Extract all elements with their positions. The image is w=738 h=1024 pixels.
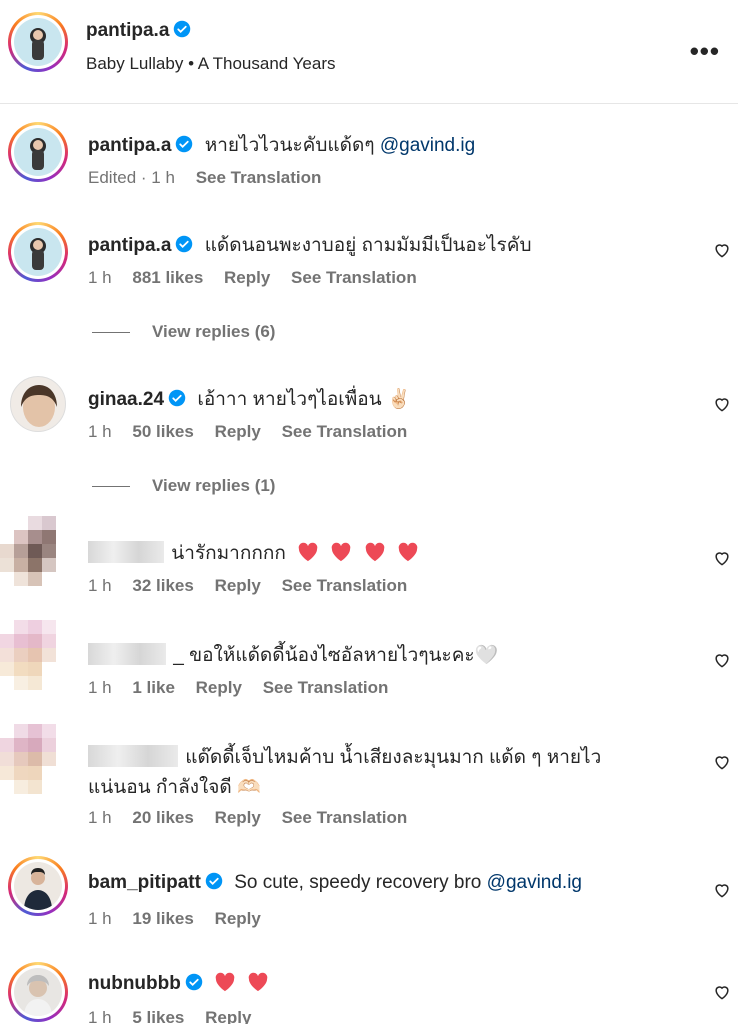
comment-meta: 1 h 20 likes Reply See Translation	[88, 808, 423, 828]
likes-count[interactable]: 50 likes	[132, 422, 193, 441]
comment-text: แด๊ดดี้เจ็บไหมค้าบ น้ำเสียงละมุนมาก แด้ด…	[185, 747, 602, 768]
comment-username[interactable]: nubnubbb	[88, 973, 181, 994]
view-replies-label[interactable]: View replies (6)	[152, 322, 275, 341]
comment-text: แด้ดนอนพะงาบอยู่ ถามมัมมีเป็นอะไรคับ	[204, 235, 532, 256]
reply-button[interactable]: Reply	[215, 576, 261, 595]
comment-line: ginaa.24 เอ้าาา หายไวๆไอเพื่อน ✌🏻	[88, 384, 411, 414]
comment-line: แด๊ดดี้เจ็บไหมค้าบ น้ำเสียงละมุนมาก แด้ด…	[88, 742, 601, 772]
comment-line: pantipa.a แด้ดนอนพะงาบอยู่ ถามมัมมีเป็นอ…	[88, 230, 532, 260]
comment-time: 1 h	[88, 1008, 112, 1024]
blurred-username[interactable]	[88, 745, 178, 767]
comment-line: _ ขอให้แด้ดดี้น้องไซอัลหายไวๆนะคะ🤍	[88, 640, 498, 670]
comment-username[interactable]: ginaa.24	[88, 389, 164, 410]
red-heart-icon	[398, 542, 418, 562]
view-replies-button[interactable]: View replies (1)	[92, 476, 275, 496]
red-heart-icon	[215, 972, 235, 992]
likes-count[interactable]: 5 likes	[132, 1008, 184, 1024]
verified-badge-icon	[174, 20, 191, 38]
reply-button[interactable]: Reply	[224, 268, 270, 287]
red-heart-icon	[365, 542, 384, 562]
comment-text-continued: แน่นอน กำลังใจดี 🫶🏻	[88, 777, 261, 798]
comment-time: 1 h	[88, 808, 112, 827]
see-translation-link[interactable]: See Translation	[282, 422, 408, 441]
verified-badge-icon	[185, 973, 203, 991]
blurred-username[interactable]	[88, 643, 166, 665]
comment-meta: 1 h 50 likes Reply See Translation	[88, 422, 423, 442]
likes-count[interactable]: 19 likes	[132, 909, 193, 928]
verified-badge-icon	[205, 872, 223, 890]
see-translation-link[interactable]: See Translation	[282, 808, 408, 827]
reply-button[interactable]: Reply	[196, 678, 242, 697]
heart-outline-icon[interactable]	[712, 752, 732, 772]
likes-count[interactable]: 1 like	[132, 678, 175, 697]
view-replies-button[interactable]: View replies (6)	[92, 322, 275, 342]
red-heart-icon	[332, 542, 351, 562]
comment-text: _ ขอให้แด้ดดี้น้องไซอัลหายไวๆนะคะ🤍	[173, 645, 499, 666]
heart-outline-icon[interactable]	[712, 240, 732, 260]
comment-mention[interactable]: @gavind.ig	[487, 872, 582, 893]
blurred-avatar[interactable]	[0, 516, 62, 590]
caption-meta: Edited · 1 h See Translation	[88, 168, 337, 188]
comment-meta: 1 h 5 likes Reply	[88, 1008, 267, 1024]
verified-badge-icon	[176, 235, 193, 253]
see-translation-link[interactable]: See Translation	[282, 576, 408, 595]
caption-line: pantipa.a หายไวไวนะคับแด้ดๆ @gavind.ig	[88, 130, 475, 160]
comment-time: 1 h	[88, 576, 112, 595]
likes-count[interactable]: 32 likes	[132, 576, 193, 595]
comment-line: น่ารักมากกกก	[88, 538, 419, 568]
comment-text: So cute, speedy recovery bro	[234, 872, 482, 893]
caption-username[interactable]: pantipa.a	[88, 135, 171, 156]
caption-text: หายไวไวนะคับแด้ดๆ	[204, 135, 375, 156]
comment-text: น่ารักมากกกก	[171, 543, 286, 564]
heart-outline-icon[interactable]	[712, 880, 732, 900]
see-translation-link[interactable]: See Translation	[263, 678, 389, 697]
comment-username[interactable]: pantipa.a	[88, 235, 171, 256]
comment-meta: 1 h 1 like Reply See Translation	[88, 678, 404, 698]
comment-time: 1 h	[88, 909, 112, 928]
see-translation-link[interactable]: See Translation	[196, 168, 322, 187]
reply-button[interactable]: Reply	[205, 1008, 251, 1024]
comment-time: 1 h	[88, 678, 112, 697]
heart-outline-icon[interactable]	[712, 650, 732, 670]
verified-badge-icon	[168, 389, 186, 407]
blurred-avatar[interactable]	[0, 620, 62, 694]
reply-button[interactable]: Reply	[215, 808, 261, 827]
comment-meta: 1 h 32 likes Reply See Translation	[88, 576, 423, 596]
heart-outline-icon[interactable]	[712, 982, 732, 1002]
comment-line: bam_pitipatt So cute, speedy recovery br…	[88, 872, 582, 894]
comment-avatar[interactable]	[8, 222, 68, 282]
more-options-icon[interactable]: •••	[690, 36, 720, 67]
heart-outline-icon[interactable]	[712, 548, 732, 568]
red-heart-icon	[298, 542, 318, 562]
comment-avatar[interactable]	[8, 856, 68, 916]
reply-button[interactable]: Reply	[215, 909, 261, 928]
blurred-avatar[interactable]	[0, 724, 62, 798]
comment-text: เอ้าาา หายไวๆไอเพื่อน ✌🏻	[197, 389, 411, 410]
heart-outline-icon[interactable]	[712, 394, 732, 414]
verified-badge-icon	[176, 135, 193, 153]
caption-avatar[interactable]	[8, 122, 68, 182]
comment-line: nubnubbb	[88, 972, 269, 995]
comment-avatar[interactable]	[8, 962, 68, 1022]
edited-label: Edited · 1 h	[88, 168, 175, 187]
author-avatar[interactable]	[8, 12, 68, 72]
blurred-username[interactable]	[88, 541, 164, 563]
reply-button[interactable]: Reply	[215, 422, 261, 441]
view-replies-label[interactable]: View replies (1)	[152, 476, 275, 495]
comment-username[interactable]: bam_pitipatt	[88, 872, 201, 893]
audio-label[interactable]: Baby Lullaby • A Thousand Years	[86, 54, 336, 74]
comment-time: 1 h	[88, 422, 112, 441]
author-username[interactable]: pantipa.a	[86, 20, 169, 41]
likes-count[interactable]: 881 likes	[132, 268, 203, 287]
comment-meta: 1 h 19 likes Reply	[88, 909, 277, 929]
comment-avatar[interactable]	[10, 376, 66, 432]
comment-meta: 1 h 881 likes Reply See Translation	[88, 268, 433, 288]
likes-count[interactable]: 20 likes	[132, 808, 193, 827]
caption-mention[interactable]: @gavind.ig	[380, 135, 475, 156]
see-translation-link[interactable]: See Translation	[291, 268, 417, 287]
comment-line-continued: แน่นอน กำลังใจดี 🫶🏻	[88, 772, 261, 802]
post-header: pantipa.a Baby Lullaby • A Thousand Year…	[0, 0, 738, 104]
comment-time: 1 h	[88, 268, 112, 287]
red-heart-icon	[249, 972, 268, 992]
